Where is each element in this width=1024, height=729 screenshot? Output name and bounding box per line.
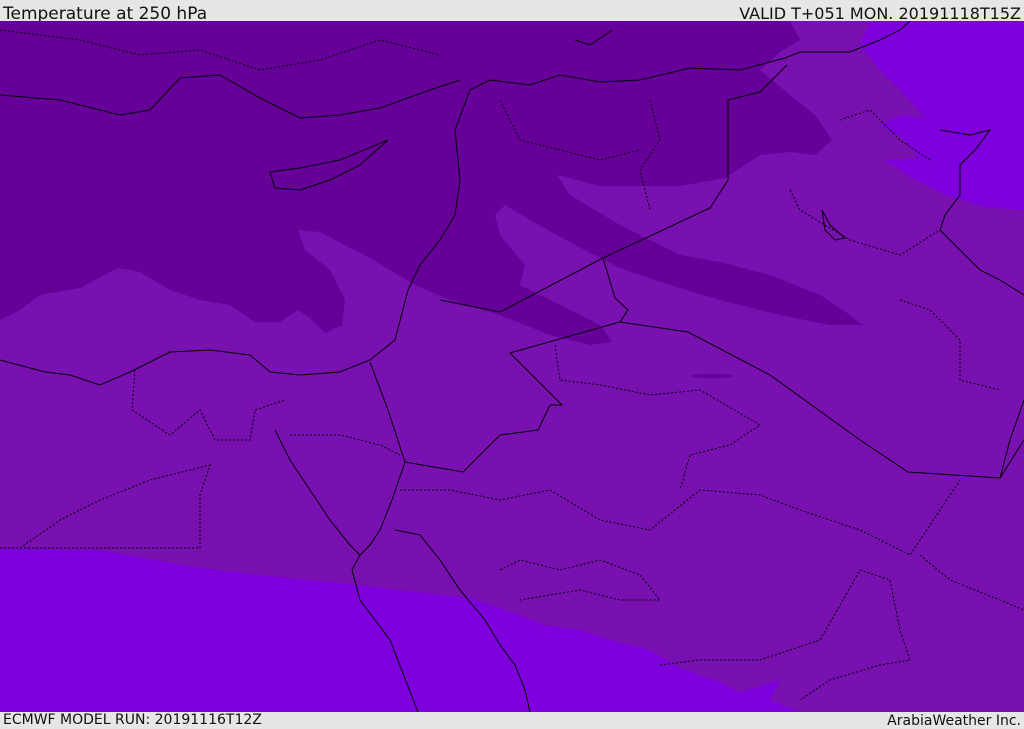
temperature-map (0, 21, 1024, 712)
model-run-label: ECMWF MODEL RUN: 20191116T12Z (3, 712, 262, 728)
footer-bar: ECMWF MODEL RUN: 20191116T12Z ArabiaWeat… (0, 712, 1024, 729)
brand-label: ArabiaWeather Inc. (887, 713, 1021, 729)
header-bar: Temperature at 250 hPa VALID T+051 MON. … (0, 0, 1024, 24)
cold-spot (690, 374, 734, 378)
